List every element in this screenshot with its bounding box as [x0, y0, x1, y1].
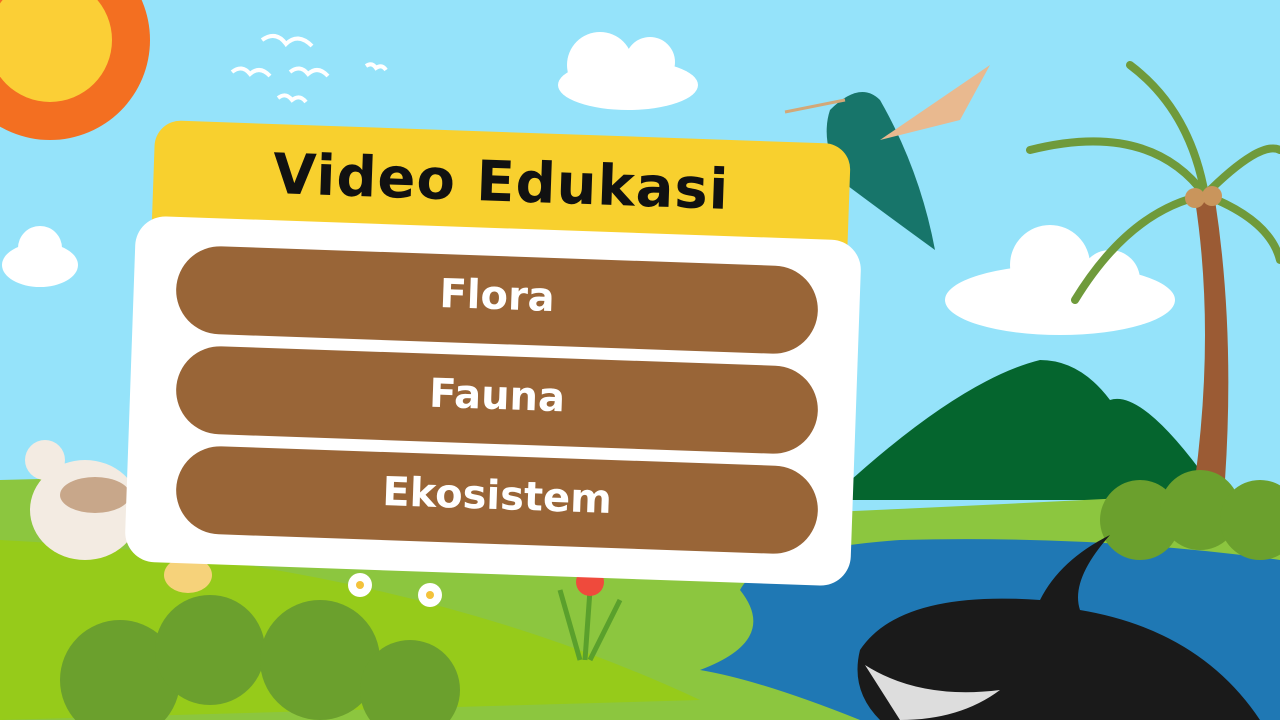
ekosistem-label: Ekosistem: [381, 469, 613, 523]
flora-label: Flora: [438, 271, 556, 321]
fauna-label: Fauna: [428, 370, 566, 422]
sun-icon: [0, 0, 150, 140]
bird-icon: [230, 33, 388, 104]
